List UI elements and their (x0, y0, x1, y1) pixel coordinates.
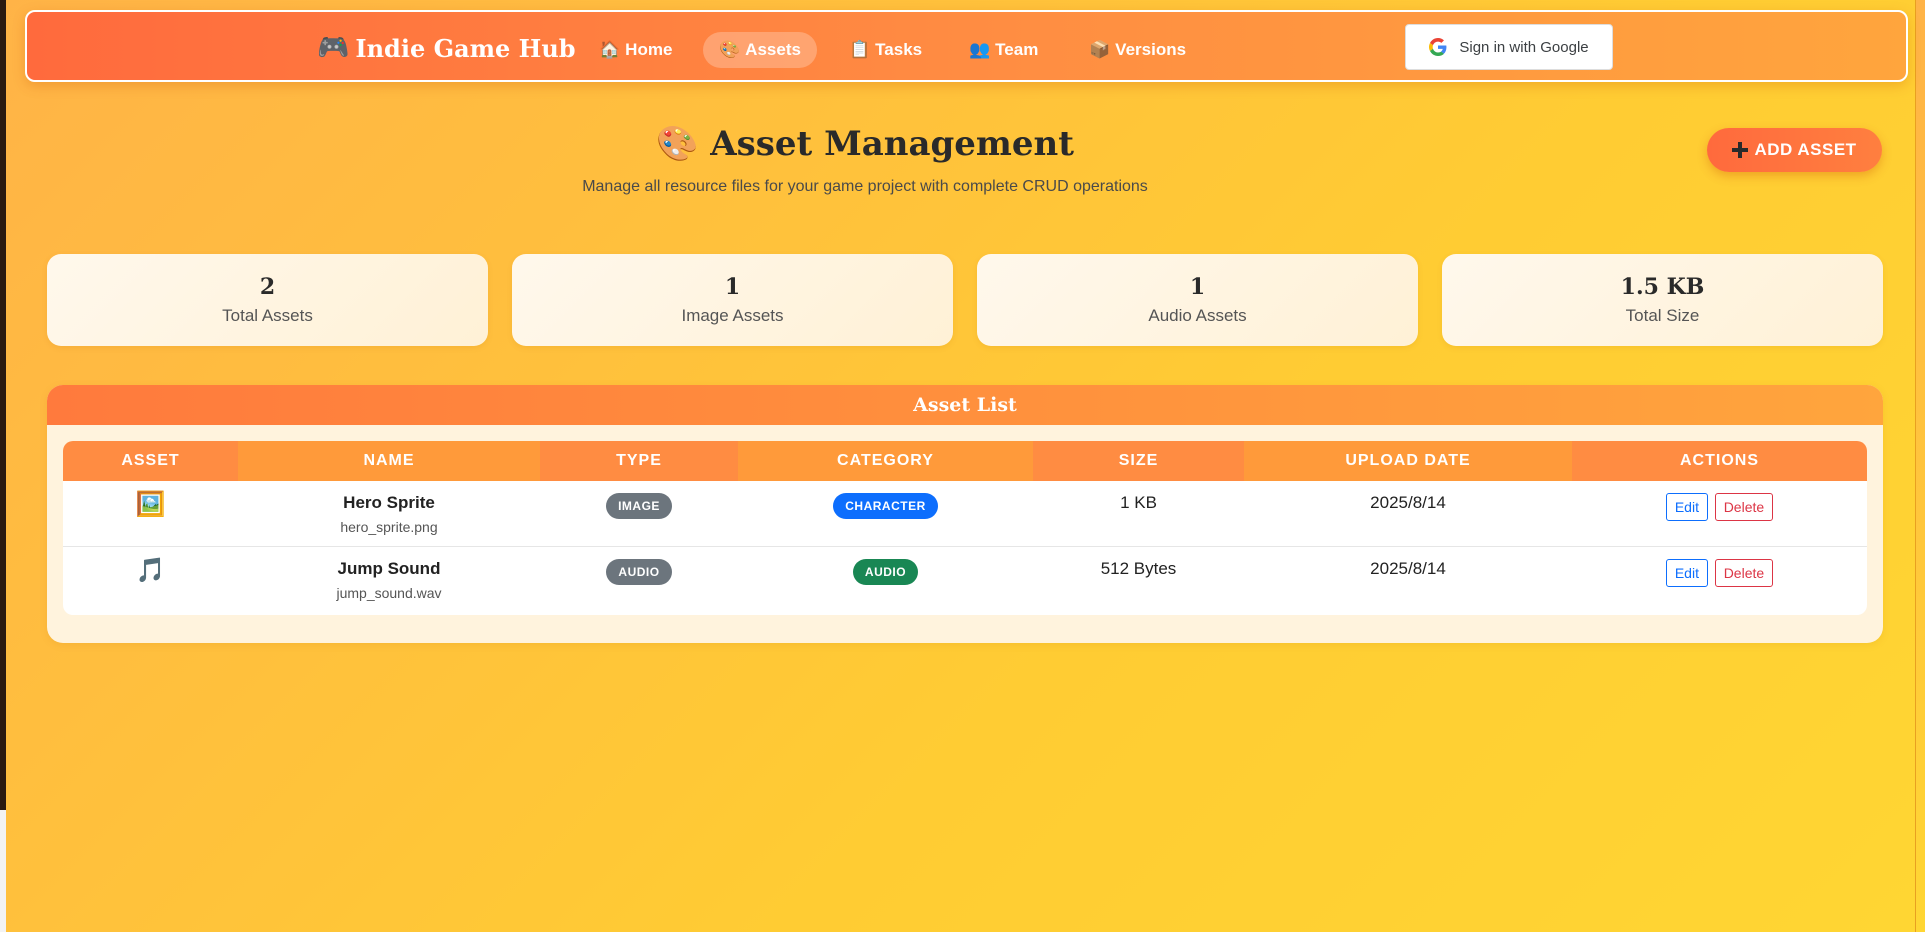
asset-filename: hero_sprite.png (340, 519, 438, 535)
nav-tasks[interactable]: 📋 Tasks (833, 32, 938, 68)
palette-icon: 🎨 (656, 124, 699, 164)
window-edge-left-bottom (0, 810, 6, 932)
house-icon: 🏠 (599, 40, 621, 59)
size-cell: 1 KB (1120, 493, 1157, 512)
name-cell: Jump Sound jump_sound.wav (238, 545, 540, 611)
stat-card-total-assets: 2 Total Assets (47, 254, 488, 346)
clipboard-icon: 📋 (849, 40, 871, 59)
people-icon: 👥 (969, 40, 991, 59)
plus-icon (1732, 142, 1749, 158)
nav-assets-label: Assets (745, 40, 801, 59)
google-sign-in-button[interactable]: Sign in with Google (1405, 24, 1613, 70)
asset-name: Jump Sound (337, 558, 441, 578)
package-icon: 📦 (1089, 40, 1111, 59)
upload-date-cell: 2025/8/14 (1370, 493, 1446, 512)
nav-home-label: Home (625, 40, 673, 59)
google-sign-in-label: Sign in with Google (1459, 38, 1589, 56)
nav-versions[interactable]: 📦 Versions (1073, 32, 1202, 68)
stat-label: Image Assets (681, 306, 784, 325)
delete-button[interactable]: Delete (1714, 558, 1774, 587)
type-cell: IMAGE (540, 481, 738, 546)
category-badge: CHARACTER (833, 493, 938, 519)
stat-value: 1.5 KB (1620, 274, 1705, 300)
category-cell: CHARACTER (738, 481, 1033, 546)
column-header-asset: ASSET (63, 441, 238, 481)
category-badge: AUDIO (852, 558, 919, 585)
google-icon (1429, 38, 1447, 56)
asset-list-title: Asset List (47, 385, 1883, 425)
asset-name: Hero Sprite (343, 493, 435, 512)
actions-cell: Edit Delete (1572, 545, 1867, 611)
nav-team-label: Team (995, 40, 1039, 59)
top-navbar: 🎮 Indie Game Hub 🏠 Home 🎨 Assets 📋 Tasks… (25, 10, 1908, 82)
stat-card-total-size: 1.5 KB Total Size (1442, 254, 1883, 346)
edit-button[interactable]: Edit (1665, 493, 1708, 521)
column-header-upload-date: UPLOAD DATE (1244, 441, 1572, 481)
stat-label: Audio Assets (1148, 306, 1247, 325)
stat-label: Total Size (1625, 306, 1700, 325)
music-note-icon: 🎵 (135, 556, 166, 584)
name-cell: Hero Sprite hero_sprite.png (238, 481, 540, 546)
stat-value: 2 (259, 274, 276, 300)
brand-name: Indie Game Hub (355, 33, 576, 63)
table-header-row: ASSET NAME TYPE CATEGORY SIZE UPLOAD DAT… (63, 441, 1867, 481)
stat-card-audio-assets: 1 Audio Assets (977, 254, 1418, 346)
asset-table-container: ASSET NAME TYPE CATEGORY SIZE UPLOAD DAT… (63, 441, 1867, 615)
type-badge: AUDIO (606, 558, 672, 585)
table-row: 🖼️ Hero Sprite hero_sprite.png IMAGE CHA… (63, 481, 1867, 546)
page-title-text: Asset Management (710, 124, 1074, 164)
upload-date-cell: 2025/8/14 (1244, 545, 1572, 611)
edit-button[interactable]: Edit (1665, 558, 1708, 587)
table-row: 🎵 Jump Sound jump_sound.wav AUDIO AUDIO … (63, 545, 1867, 611)
asset-table: ASSET NAME TYPE CATEGORY SIZE UPLOAD DAT… (63, 441, 1867, 611)
brand-logo[interactable]: 🎮 Indie Game Hub (317, 32, 576, 64)
column-header-actions: ACTIONS (1572, 441, 1867, 481)
column-header-name: NAME (238, 441, 540, 481)
asset-cell: 🎵 (63, 545, 238, 611)
nav-home[interactable]: 🏠 Home (583, 32, 688, 68)
asset-filename: jump_sound.wav (336, 584, 442, 601)
size-cell: 512 Bytes (1033, 545, 1244, 611)
delete-button[interactable]: Delete (1714, 493, 1774, 521)
stat-card-image-assets: 1 Image Assets (512, 254, 953, 346)
nav-versions-label: Versions (1115, 40, 1187, 59)
nav-tasks-label: Tasks (875, 40, 923, 59)
add-asset-label: ADD ASSET (1754, 140, 1857, 159)
nav-team[interactable]: 👥 Team (953, 32, 1054, 68)
image-icon: 🖼️ (135, 491, 166, 518)
type-cell: AUDIO (540, 545, 738, 611)
column-header-category: CATEGORY (738, 441, 1033, 481)
category-cell: AUDIO (738, 545, 1033, 611)
stat-value: 1 (1189, 274, 1206, 300)
stat-value: 1 (724, 274, 741, 300)
add-asset-button[interactable]: ADD ASSET (1707, 128, 1882, 172)
gamepad-icon: 🎮 (317, 33, 350, 63)
type-badge: IMAGE (606, 493, 672, 519)
asset-cell: 🖼️ (63, 481, 238, 546)
palette-icon: 🎨 (719, 40, 741, 59)
window-edge-left (0, 0, 6, 810)
column-header-size: SIZE (1033, 441, 1244, 481)
page-title: 🎨 Asset Management (0, 124, 1730, 164)
page-subtitle: Manage all resource files for your game … (582, 178, 1148, 195)
column-header-type: TYPE (540, 441, 738, 481)
actions-cell: Edit Delete (1572, 481, 1867, 546)
scrollbar-track[interactable] (1915, 0, 1925, 932)
nav-assets[interactable]: 🎨 Assets (703, 32, 817, 68)
stat-label: Total Assets (222, 306, 313, 325)
asset-list-panel: Asset List ASSET NAME TYPE CATEGORY SIZE… (47, 385, 1883, 643)
